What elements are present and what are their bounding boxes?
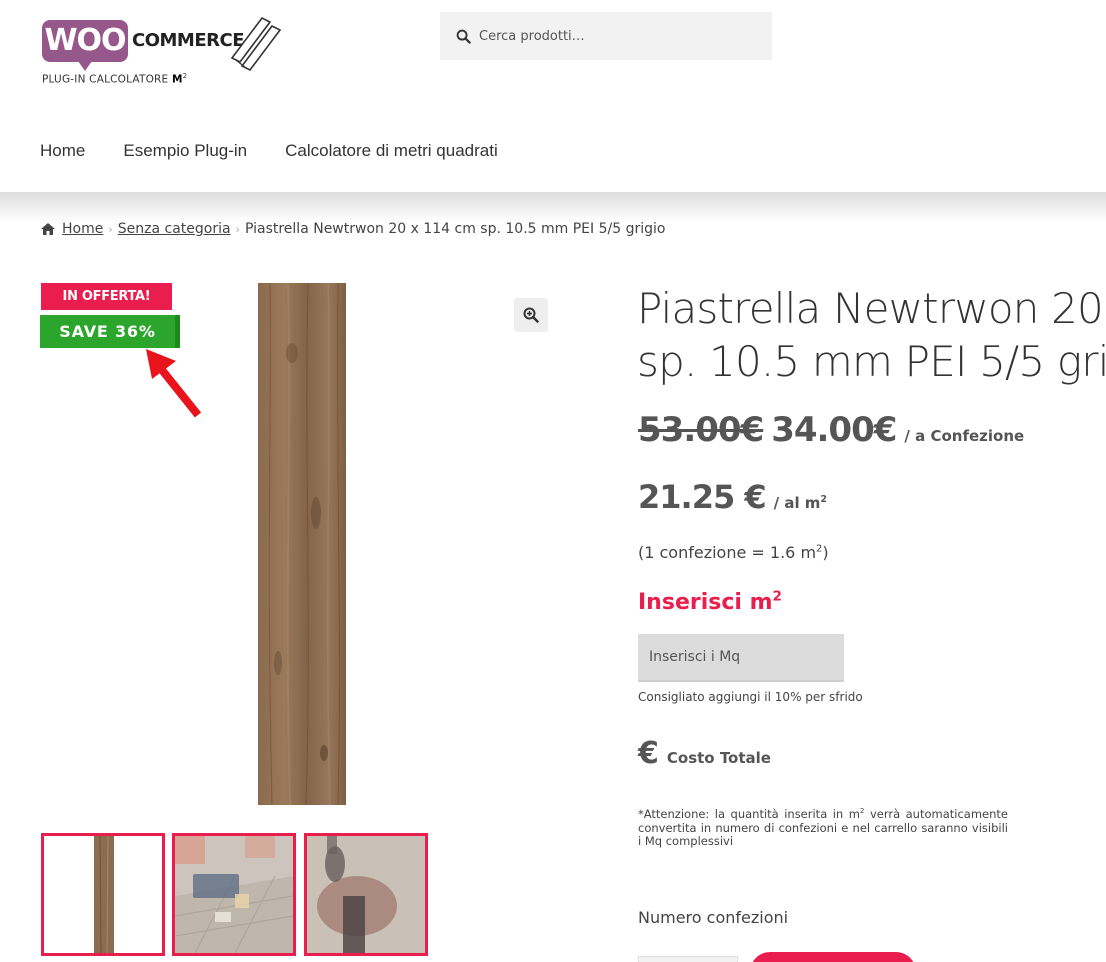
product-thumbnail-3[interactable] (304, 833, 428, 956)
total-cost: € Costo Totale (638, 738, 771, 770)
sale-price: 34.00€ (771, 410, 897, 450)
search-icon (456, 29, 471, 44)
zoom-button[interactable] (514, 298, 548, 332)
add-to-cart-button[interactable] (750, 952, 916, 962)
site-logo[interactable]: WOO COMMERCE PLUG-IN CALCOLATORE M2 (40, 14, 290, 90)
search-input[interactable] (479, 28, 739, 44)
nav-home[interactable]: Home (40, 141, 85, 161)
logo-woo-text: WOO (42, 20, 128, 71)
breadcrumb-category[interactable]: Senza categoria (118, 221, 231, 237)
logo-subtitle: PLUG-IN CALCOLATORE M2 (42, 72, 188, 86)
price-per-m2: 21.25 € / al m2 (638, 478, 827, 516)
main-navigation: Home Esempio Plug-in Calcolatore di metr… (40, 141, 536, 161)
product-main-image[interactable] (258, 283, 346, 805)
price-unit: / a Confezione (904, 427, 1025, 445)
nav-calcolatore[interactable]: Calcolatore di metri quadrati (285, 141, 498, 161)
red-arrow-icon (146, 349, 202, 418)
price-m2-unit: / al m2 (773, 494, 827, 512)
pack-info: (1 confezione = 1.6 m2) (638, 543, 829, 562)
tiles-icon (230, 16, 282, 72)
product-title-line-1: Piastrella Newtrwon 20 (637, 284, 1104, 333)
quantity-input[interactable] (638, 956, 738, 962)
m2-input[interactable] (638, 634, 844, 682)
product-thumbnail-1[interactable] (41, 833, 165, 956)
nav-esempio-plugin[interactable]: Esempio Plug-in (123, 141, 247, 161)
price-m2-value: 21.25 € (638, 478, 767, 516)
sale-badge: IN OFFERTA! (41, 283, 172, 310)
search-bar[interactable] (440, 12, 772, 60)
quantity-label: Numero confezioni (638, 908, 789, 927)
product-title: Piastrella Newtrwon 20 sp. 10.5 mm PEI 5… (637, 282, 1106, 388)
home-icon (41, 223, 55, 235)
breadcrumb-current: Piastrella Newtrwon 20 x 114 cm sp. 10.5… (244, 221, 666, 237)
breadcrumb-separator-icon: › (235, 222, 240, 236)
product-title-line-2: sp. 10.5 mm PEI 5/5 grig (637, 337, 1106, 386)
thumbnail-image-1 (44, 836, 162, 953)
regular-price: 53.00€ (638, 410, 764, 450)
thumbnail-image-2 (175, 836, 293, 953)
breadcrumb: Home › Senza categoria › Piastrella Newt… (40, 221, 665, 237)
thumbnail-image-3 (307, 836, 425, 953)
zoom-in-icon (523, 307, 539, 323)
breadcrumb-home[interactable]: Home (62, 221, 103, 237)
total-cost-label: Costo Totale (666, 749, 771, 767)
insert-m2-label: Inserisci m2 (638, 588, 782, 615)
attention-note: *Attenzione: la quantità inserita in m2 … (638, 806, 1008, 848)
euro-icon: € (638, 736, 659, 771)
product-thumbnail-2[interactable] (172, 833, 296, 956)
waste-hint: Consigliato aggiungi il 10% per sfrido (638, 690, 863, 704)
breadcrumb-separator-icon: › (108, 222, 113, 236)
save-percent-badge: SAVE 36% (40, 315, 180, 348)
header-divider (0, 192, 1106, 222)
price-row: 53.00€ 34.00€ / a Confezione (638, 410, 1024, 450)
